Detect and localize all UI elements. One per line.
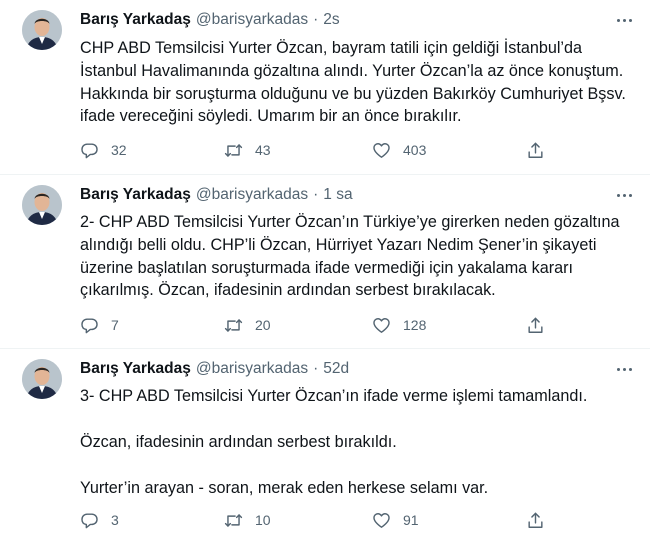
author-name[interactable]: Barış Yarkadaş	[80, 360, 191, 378]
retweet-icon	[224, 318, 243, 332]
tweet-header: Barış Yarkadaş @barisyarkadas · 52d	[80, 358, 349, 380]
more-icon[interactable]	[614, 185, 634, 205]
author-handle[interactable]: @barisyarkadas	[196, 186, 308, 204]
tweet-text-line: Özcan, ifadesinin ardından serbest bırak…	[80, 433, 397, 451]
like-count: 128	[403, 317, 427, 333]
more-icon[interactable]	[614, 10, 634, 30]
reply-icon	[81, 512, 98, 528]
timestamp[interactable]: 2s	[323, 11, 339, 29]
heart-icon	[373, 142, 390, 158]
avatar[interactable]	[22, 185, 62, 225]
reply-count: 7	[111, 317, 119, 333]
retweet-count: 43	[255, 142, 271, 158]
reply-button[interactable]: 3	[80, 508, 119, 532]
author-handle[interactable]: @barisyarkadas	[196, 360, 308, 378]
tweet-actions: 32 43 403	[80, 138, 560, 162]
tweet-text: CHP ABD Temsilcisi Yurter Özcan, bayram …	[80, 37, 630, 128]
tweet-text-line: Yurter’in arayan - soran, merak eden her…	[80, 479, 489, 497]
reply-icon	[81, 142, 98, 158]
retweet-count: 10	[255, 512, 271, 528]
like-button[interactable]: 91	[372, 508, 419, 532]
timestamp[interactable]: 52d	[323, 360, 349, 378]
tweet-header: Barış Yarkadaş @barisyarkadas · 1 sa	[80, 184, 353, 206]
like-button[interactable]: 403	[372, 138, 426, 162]
share-button[interactable]	[526, 138, 545, 162]
retweet-icon	[224, 513, 243, 527]
tweet-text-line: üzerine başlatılan soruşturmada ifade ve…	[80, 258, 574, 277]
avatar[interactable]	[22, 359, 62, 399]
share-icon	[528, 512, 543, 528]
heart-icon	[373, 317, 390, 333]
share-button[interactable]	[526, 313, 545, 337]
retweet-icon	[224, 143, 243, 157]
tweet-text-line: çıkarılmış. Özcan, ifadesinin ardından s…	[80, 281, 496, 300]
author-name[interactable]: Barış Yarkadaş	[80, 11, 191, 29]
heart-icon	[373, 512, 390, 528]
retweet-button[interactable]: 20	[224, 313, 271, 337]
tweet-text-line	[80, 408, 630, 431]
tweet-text-line: 2- CHP ABD Temsilcisi Yurter Özcan’ın Tü…	[80, 213, 620, 231]
share-icon	[528, 317, 543, 333]
tweet-1[interactable]: Barış Yarkadaş @barisyarkadas · 2s CHP A…	[0, 0, 650, 174]
reply-icon	[81, 317, 98, 333]
author-handle[interactable]: @barisyarkadas	[196, 11, 308, 29]
separator-dot: ·	[313, 360, 319, 377]
reply-count: 32	[111, 142, 127, 158]
tweet-text-line: 3- CHP ABD Temsilcisi Yurter Özcan’ın if…	[80, 387, 588, 405]
reply-button[interactable]: 32	[80, 138, 127, 162]
tweet-text-line: ifade vereceğini söyledi. Umarım bir an …	[80, 107, 462, 126]
share-button[interactable]	[526, 508, 545, 532]
tweet-text: 3- CHP ABD Temsilcisi Yurter Özcan’ın if…	[80, 385, 630, 500]
reply-count: 3	[111, 512, 119, 528]
tweet-text-line: CHP ABD Temsilcisi Yurter Özcan, bayram …	[80, 39, 583, 57]
like-button[interactable]: 128	[372, 313, 426, 337]
timestamp[interactable]: 1 sa	[323, 186, 352, 204]
tweet-actions: 7 20 128	[80, 313, 560, 337]
tweet-actions: 3 10 91	[80, 508, 560, 532]
retweet-button[interactable]: 10	[224, 508, 271, 532]
like-count: 403	[403, 142, 427, 158]
retweet-count: 20	[255, 317, 271, 333]
tweet-header: Barış Yarkadaş @barisyarkadas · 2s	[80, 9, 340, 31]
tweet-text-line: İstanbul Havalimanında gözaltına alındı.…	[80, 61, 624, 80]
share-icon	[528, 142, 543, 158]
separator-dot: ·	[313, 11, 319, 28]
like-count: 91	[403, 512, 419, 528]
tweet-text-line	[80, 454, 630, 477]
reply-button[interactable]: 7	[80, 313, 119, 337]
author-name[interactable]: Barış Yarkadaş	[80, 186, 191, 204]
retweet-button[interactable]: 43	[224, 138, 271, 162]
tweet-text-line: alındığı belli oldu. CHP’li Özcan, Hürri…	[80, 235, 597, 254]
tweet-text: 2- CHP ABD Temsilcisi Yurter Özcan’ın Tü…	[80, 211, 630, 302]
more-icon[interactable]	[614, 359, 634, 379]
avatar[interactable]	[22, 10, 62, 50]
tweet-2[interactable]: Barış Yarkadaş @barisyarkadas · 1 sa 2- …	[0, 174, 650, 348]
separator-dot: ·	[313, 186, 319, 203]
tweet-text-line: Hakkında bir soruşturma olduğunu ve bu y…	[80, 84, 626, 103]
tweet-3[interactable]: Barış Yarkadaş @barisyarkadas · 52d 3- C…	[0, 348, 650, 539]
